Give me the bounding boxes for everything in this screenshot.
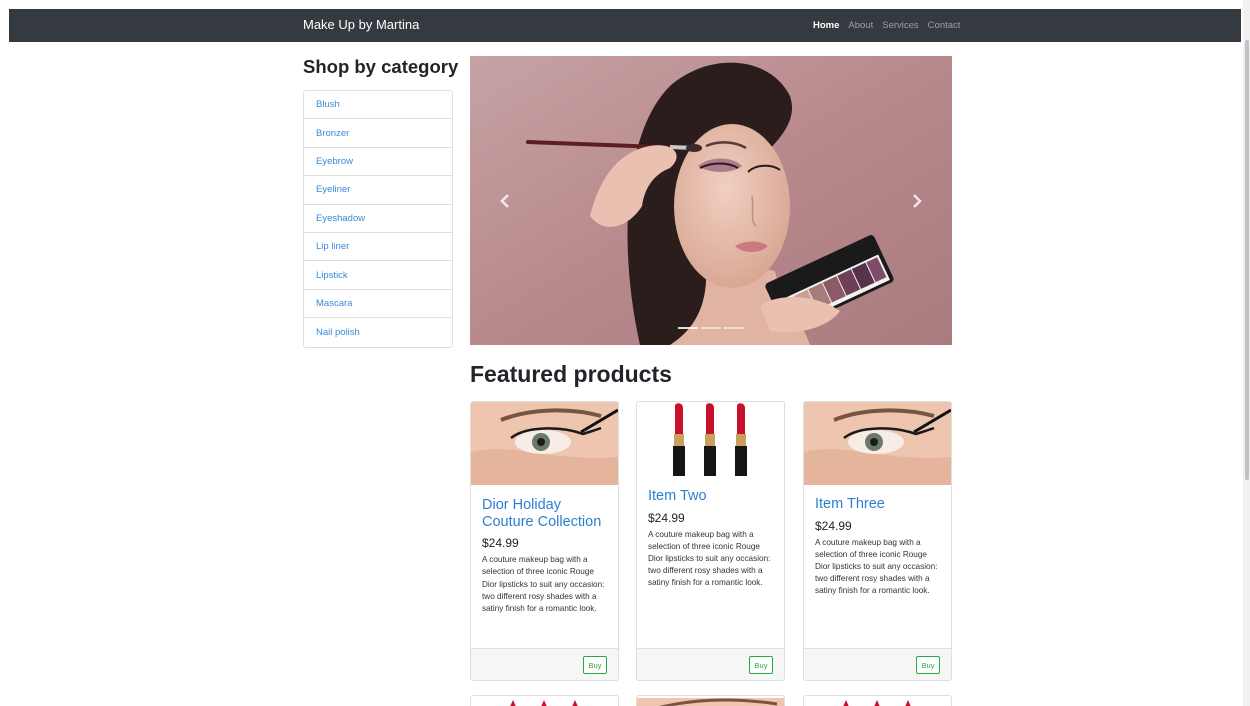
eyeliner-product-image[interactable]: [804, 402, 951, 485]
category-item-bronzer[interactable]: Bronzer: [304, 119, 452, 148]
product-card-footer: Buy: [804, 648, 951, 680]
category-item-blush[interactable]: Blush: [304, 91, 452, 120]
hero-slide-image: [470, 56, 952, 345]
lipsticks-product-image[interactable]: [471, 698, 618, 706]
product-title[interactable]: Item Two: [648, 488, 773, 505]
nav-link-contact[interactable]: Contact: [928, 20, 961, 31]
product-card-partial: [636, 695, 785, 706]
product-card: Dior Holiday Couture Collection $24.99 A…: [470, 401, 619, 681]
eyeliner-product-image[interactable]: [471, 402, 618, 485]
carousel-indicator-1[interactable]: [678, 327, 698, 329]
product-title[interactable]: Dior Holiday Couture Collection: [482, 497, 607, 530]
eyeliner-product-image[interactable]: [637, 698, 784, 706]
category-item-eyeshadow[interactable]: Eyeshadow: [304, 205, 452, 233]
page-scrollbar-thumb[interactable]: [1245, 40, 1249, 480]
product-card-footer: Buy: [637, 648, 784, 680]
navbar-brand[interactable]: Make Up by Martina: [303, 17, 419, 32]
product-price: $24.99: [482, 536, 519, 551]
chevron-right-icon: [912, 193, 922, 208]
buy-button[interactable]: Buy: [583, 656, 607, 674]
lipsticks-product-image[interactable]: [637, 402, 784, 485]
product-card: Item Two $24.99 A couture makeup bag wit…: [636, 401, 785, 681]
product-card-partial: [470, 695, 619, 706]
product-card-partial: [803, 695, 952, 706]
category-item-eyebrow[interactable]: Eyebrow: [304, 148, 452, 177]
product-description: A couture makeup bag with a selection of…: [815, 537, 938, 596]
nav-links: Home About Services Contact: [813, 20, 960, 31]
lipsticks-product-image[interactable]: [804, 698, 951, 706]
product-card-body: Dior Holiday Couture Collection $24.99 A…: [471, 497, 618, 615]
product-title[interactable]: Item Three: [815, 496, 940, 513]
nav-link-about[interactable]: About: [848, 20, 873, 31]
carousel-indicator-2[interactable]: [701, 327, 721, 329]
product-card: Item Three $24.99 A couture makeup bag w…: [803, 401, 952, 681]
carousel-prev-control[interactable]: [470, 56, 540, 345]
hero-carousel: [470, 56, 952, 345]
featured-heading: Featured products: [470, 361, 672, 387]
product-card-body: Item Three $24.99 A couture makeup bag w…: [804, 496, 951, 597]
category-item-nail-polish[interactable]: Nail polish: [304, 318, 452, 346]
carousel-indicator-3[interactable]: [724, 327, 744, 329]
category-list: Blush Bronzer Eyebrow Eyeliner Eyeshadow…: [303, 90, 453, 348]
product-price: $24.99: [815, 518, 852, 533]
nav-link-services[interactable]: Services: [882, 20, 918, 31]
nav-link-home[interactable]: Home: [813, 20, 839, 31]
carousel-next-control[interactable]: [882, 56, 952, 345]
product-card-body: Item Two $24.99 A couture makeup bag wit…: [637, 488, 784, 589]
top-navbar: Make Up by Martina Home About Services C…: [9, 9, 1241, 42]
category-item-eyeliner[interactable]: Eyeliner: [304, 176, 452, 205]
category-heading: Shop by category: [303, 56, 459, 77]
chevron-left-icon: [500, 193, 510, 208]
product-description: A couture makeup bag with a selection of…: [648, 529, 771, 588]
category-item-mascara[interactable]: Mascara: [304, 290, 452, 319]
category-item-lipstick[interactable]: Lipstick: [304, 261, 452, 290]
buy-button[interactable]: Buy: [916, 656, 940, 674]
category-item-lip-liner[interactable]: Lip liner: [304, 233, 452, 262]
carousel-indicators: [470, 327, 952, 329]
product-price: $24.99: [648, 510, 685, 525]
product-description: A couture makeup bag with a selection of…: [482, 555, 605, 613]
buy-button[interactable]: Buy: [749, 656, 773, 674]
product-card-footer: Buy: [471, 648, 618, 680]
